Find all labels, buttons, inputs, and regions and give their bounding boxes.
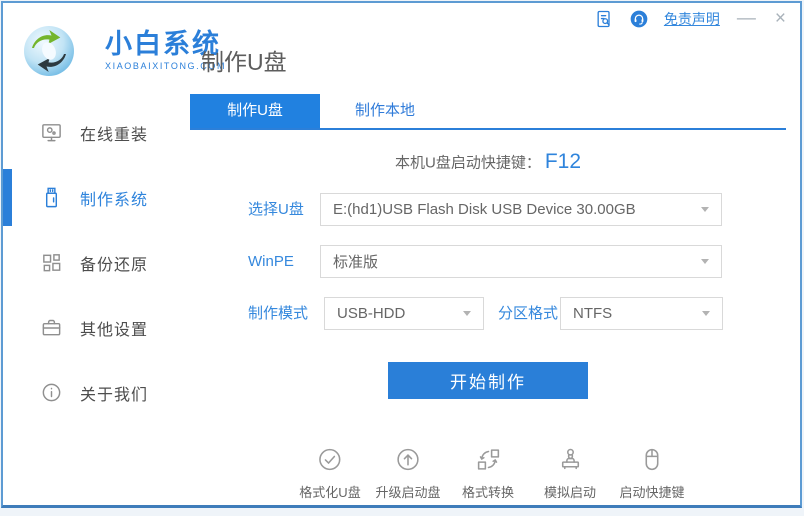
tab-bar: 制作U盘 制作本地 <box>190 94 786 130</box>
chevron-down-icon <box>702 311 710 316</box>
close-button[interactable]: × <box>773 9 788 29</box>
sidebar-item-online-reinstall[interactable]: 在线重装 <box>3 100 190 165</box>
titlebar: 免责声明 — × <box>594 9 788 29</box>
minimize-button[interactable]: — <box>735 9 758 29</box>
sidebar-item-backup-restore[interactable]: 备份还原 <box>3 230 190 295</box>
backup-restore-icon <box>40 251 63 274</box>
sidebar-item-label: 在线重装 <box>80 126 149 144</box>
mode-select-dropdown[interactable]: USB-HDD <box>324 297 484 330</box>
app-window: 免责声明 — × 小白系统 XIAOBAIXITONG.COM 制作U盘 在线重… <box>1 1 802 508</box>
tool-simulate-boot[interactable]: 模拟启动 <box>544 446 596 501</box>
sidebar-item-label: 关于我们 <box>80 386 149 404</box>
partition-select-dropdown[interactable]: NTFS <box>560 297 723 330</box>
main-panel: 制作U盘 制作本地 本机U盘启动快捷键： F12 选择U盘 E:(hd1)USB … <box>190 94 786 501</box>
usb-select-label: 选择U盘 <box>248 201 304 218</box>
tool-label: 升级启动盘 <box>375 485 441 500</box>
sidebar-item-about-us[interactable]: 关于我们 <box>3 360 190 425</box>
tool-format-usb[interactable]: 格式化U盘 <box>299 446 361 501</box>
briefcase-icon <box>40 316 63 339</box>
chevron-down-icon <box>701 207 709 212</box>
start-make-button[interactable]: 开始制作 <box>388 362 588 399</box>
partition-select-label: 分区格式 <box>498 305 559 322</box>
tool-label: 模拟启动 <box>543 485 597 500</box>
chevron-down-icon <box>701 259 709 264</box>
boot-hotkey-line: 本机U盘启动快捷键： F12 <box>190 150 786 174</box>
disclaimer-doc-icon[interactable] <box>594 9 614 29</box>
sidebar-item-label: 备份还原 <box>80 256 149 274</box>
tool-label: 格式化U盘 <box>299 485 361 500</box>
tool-label: 格式转换 <box>461 485 515 500</box>
sidebar-item-label: 其他设置 <box>80 321 149 339</box>
format-usb-icon <box>316 446 343 473</box>
usb-select-dropdown[interactable]: E:(hd1)USB Flash Disk USB Device 30.00GB <box>320 193 722 226</box>
info-icon <box>40 381 63 404</box>
upgrade-boot-icon <box>394 446 421 473</box>
boot-hotkey-icon <box>638 446 665 473</box>
disclaimer-link[interactable]: 免责声明 <box>664 9 720 29</box>
tool-upgrade-boot[interactable]: 升级启动盘 <box>375 446 441 501</box>
tool-format-convert[interactable]: 格式转换 <box>462 446 514 501</box>
chevron-down-icon <box>463 311 471 316</box>
winpe-select-value: 标准版 <box>333 254 379 271</box>
tool-boot-hotkey[interactable]: 启动快捷键 <box>619 446 685 501</box>
monitor-icon <box>40 121 63 144</box>
partition-select-value: NTFS <box>573 305 613 322</box>
sidebar-item-other-settings[interactable]: 其他设置 <box>3 295 190 360</box>
usb-select-value: E:(hd1)USB Flash Disk USB Device 30.00GB <box>333 201 636 218</box>
sidebar-item-make-system[interactable]: 制作系统 <box>3 165 190 230</box>
tool-label: 启动快捷键 <box>619 485 685 500</box>
boot-hotkey-value: F12 <box>544 150 582 173</box>
sidebar: 在线重装 制作系统 备份还原 其他设置 关于我们 <box>3 100 190 425</box>
usb-drive-icon <box>40 186 63 209</box>
tab-make-usb[interactable]: 制作U盘 <box>190 94 320 128</box>
mode-select-label: 制作模式 <box>248 305 309 322</box>
sidebar-item-label: 制作系统 <box>80 191 149 209</box>
winpe-select-dropdown[interactable]: 标准版 <box>320 245 722 278</box>
page-title: 制作U盘 <box>201 49 287 75</box>
simulate-boot-icon <box>556 446 583 473</box>
customer-service-icon[interactable] <box>629 9 649 29</box>
format-convert-icon <box>474 446 501 473</box>
app-logo-icon <box>20 23 80 83</box>
winpe-select-label: WinPE <box>248 253 294 270</box>
mode-select-value: USB-HDD <box>337 305 406 322</box>
tab-make-local[interactable]: 制作本地 <box>320 94 450 128</box>
boot-hotkey-label: 本机U盘启动快捷键： <box>394 154 541 172</box>
